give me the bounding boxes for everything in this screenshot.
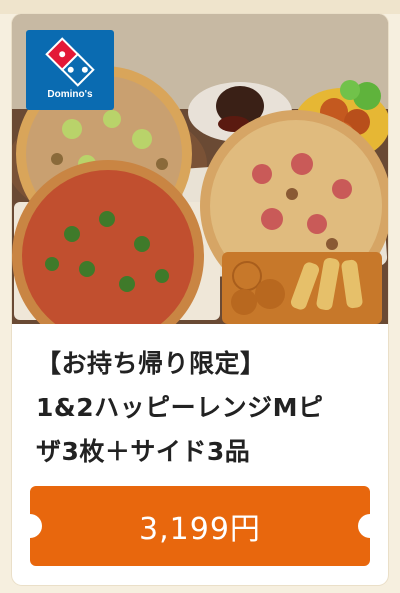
- offer-title-line2: 1&2ハッピーレンジMピ: [36, 393, 324, 422]
- top-strip: [0, 0, 400, 14]
- dominos-logo: Domino's: [26, 30, 114, 110]
- price-button[interactable]: 3,199円: [18, 486, 382, 566]
- domino-tile-icon: [45, 37, 95, 87]
- offer-title-line3: ザ3枚＋サイド3品: [36, 437, 251, 466]
- coupon-card[interactable]: Domino's 【お持ち帰り限定】 1&2ハッピーレンジMピ ザ3枚＋サイド3…: [12, 14, 388, 585]
- offer-title: 【お持ち帰り限定】 1&2ハッピーレンジMピ ザ3枚＋サイド3品: [36, 342, 376, 474]
- ticket-notch-left: [18, 514, 42, 538]
- ticket-notch-right: [358, 514, 382, 538]
- offer-title-line1: 【お持ち帰り限定】: [36, 349, 266, 378]
- product-photo: Domino's: [12, 14, 388, 324]
- price-label: 3,199円: [139, 512, 261, 547]
- logo-text: Domino's: [47, 89, 93, 100]
